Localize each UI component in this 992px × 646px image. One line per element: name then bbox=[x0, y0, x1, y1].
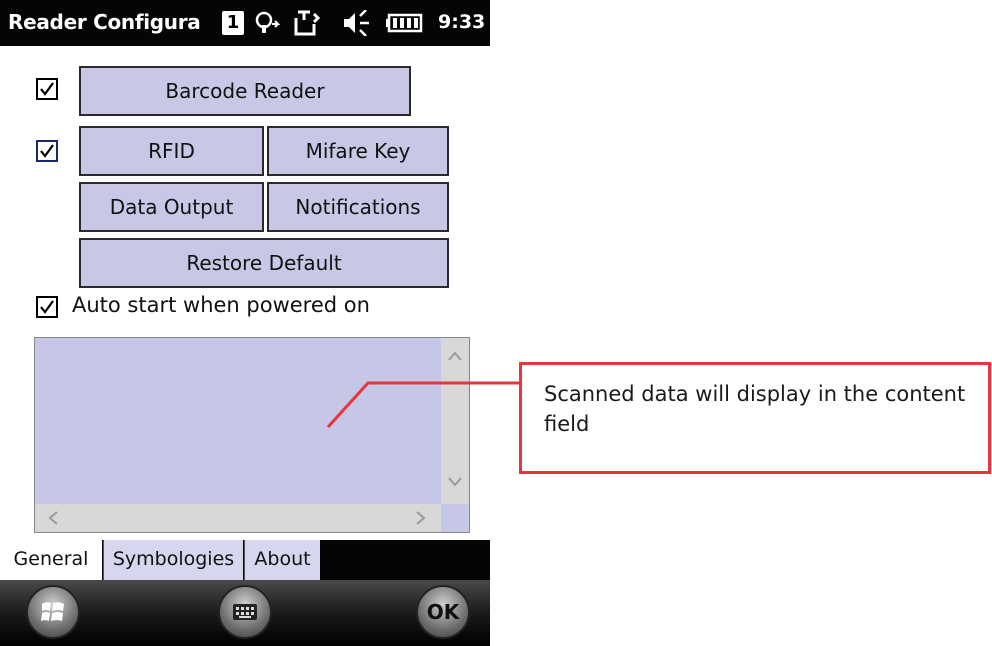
callout-pointer bbox=[326, 381, 519, 429]
callout-text: Scanned data will display in the content… bbox=[544, 382, 966, 436]
callout-box: Scanned data will display in the content… bbox=[519, 362, 991, 474]
